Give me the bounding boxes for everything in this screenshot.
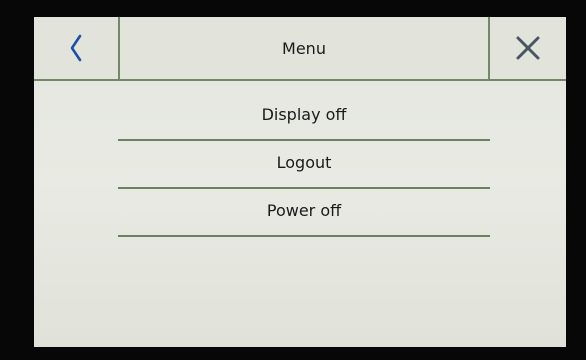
close-icon (516, 36, 540, 60)
menu-item-logout[interactable]: Logout (118, 143, 490, 189)
menu-item-label: Display off (261, 104, 347, 124)
menu-list: Display off Logout Power off (118, 95, 490, 239)
menu-item-label: Logout (276, 152, 332, 172)
menu-item-power-off[interactable]: Power off (118, 191, 490, 237)
menu-item-display-off[interactable]: Display off (118, 95, 490, 141)
close-button[interactable] (488, 17, 566, 79)
page-title: Menu (282, 38, 326, 58)
menu-item-label: Power off (266, 200, 342, 220)
device-bezel: Menu Display off Logout Power off (0, 0, 586, 360)
touch-screen: Menu Display off Logout Power off (34, 17, 566, 347)
back-button[interactable] (34, 17, 120, 79)
chevron-left-icon (70, 34, 82, 62)
header-bar: Menu (34, 17, 566, 81)
